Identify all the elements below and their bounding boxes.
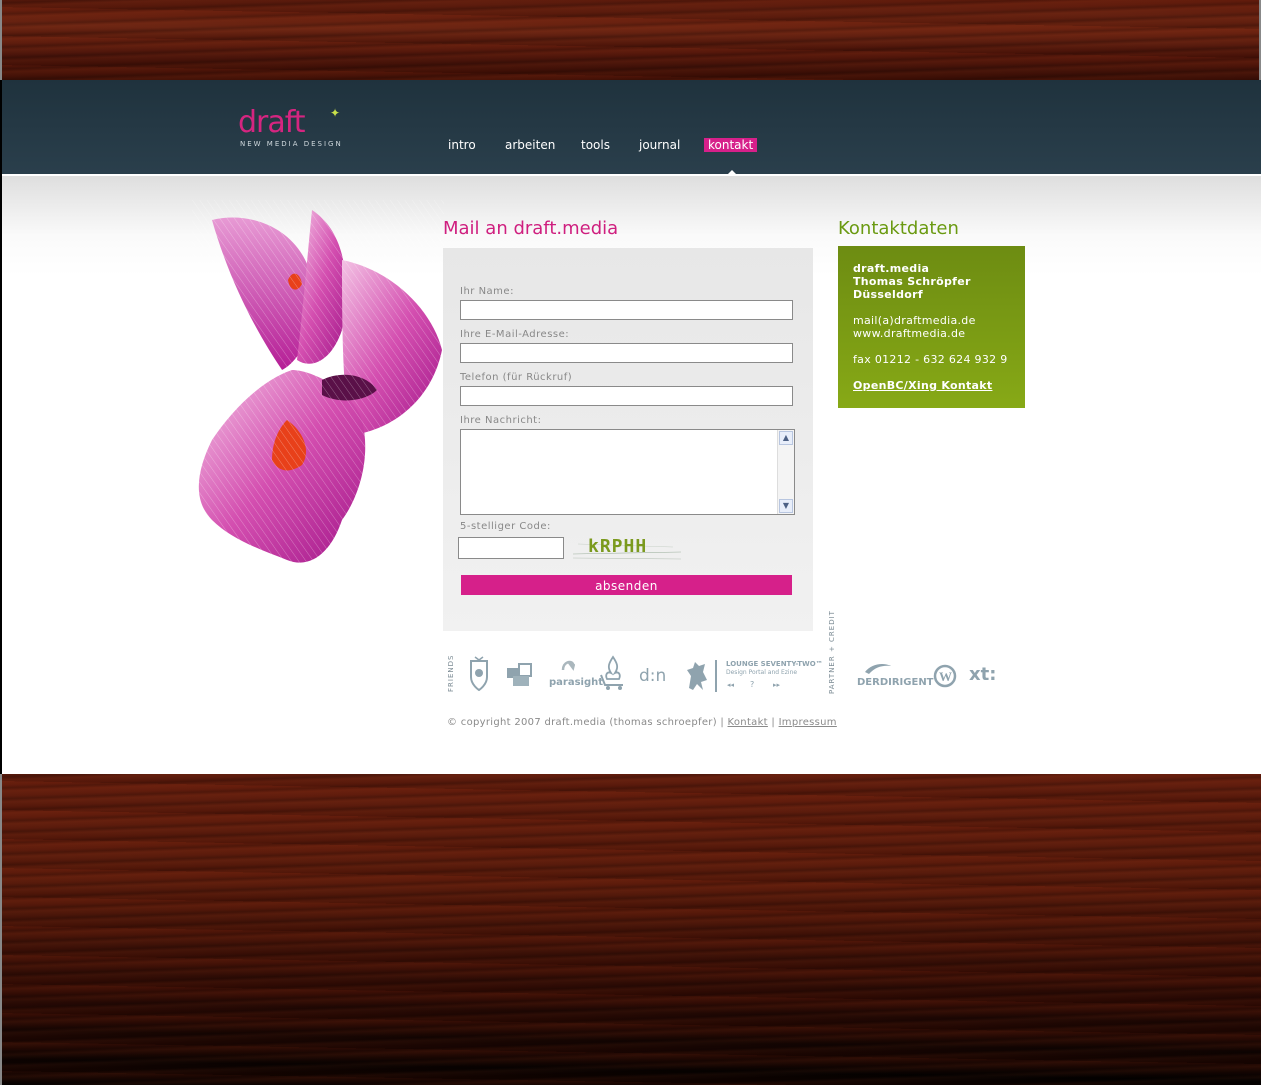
xing-contact-link[interactable]: OpenBC/Xing Kontakt <box>853 379 1010 392</box>
contact-city: Düsseldorf <box>853 288 923 301</box>
email-field[interactable] <box>460 343 793 363</box>
draft-logo[interactable]: draft ✦ new media design <box>238 105 348 154</box>
captcha-image: kRPHH <box>573 536 681 560</box>
partner-credit-label: partner + credit <box>828 610 836 694</box>
lounge-prev-icon[interactable]: ◂◂ <box>727 681 734 689</box>
boxes-logo-icon[interactable] <box>505 660 535 688</box>
wood-top-banner <box>0 0 1261 80</box>
iris-flower-image <box>192 200 444 575</box>
kontakt-section-title: Kontaktdaten <box>838 218 959 239</box>
contact-person: Thomas Schröpfer <box>853 275 971 288</box>
captcha-code-field[interactable] <box>458 537 564 559</box>
parasight-arrow-icon <box>561 660 575 671</box>
wordpress-icon[interactable]: W <box>933 664 957 688</box>
wood-bottom-banner <box>0 774 1261 1085</box>
lounge-next-icon[interactable]: ▸▸ <box>773 681 780 689</box>
message-textarea[interactable]: ▲ ▼ <box>460 429 795 515</box>
lounge-divider <box>715 660 717 692</box>
contact-web: www.draftmedia.de <box>853 327 966 340</box>
trolley-flame-logo-icon[interactable] <box>599 655 627 691</box>
logo-word: draft <box>238 105 306 140</box>
contact-form: Ihr Name: Ihre E-Mail-Adresse: Telefon (… <box>443 248 813 631</box>
lounge-help-icon[interactable]: ? <box>750 680 754 689</box>
contact-fax: fax 01212 - 632 624 932 9 <box>853 353 1008 366</box>
email-label: Ihre E-Mail-Adresse: <box>460 329 570 340</box>
code-label: 5-stelliger Code: <box>460 521 551 532</box>
scroll-up-icon[interactable]: ▲ <box>779 431 793 445</box>
derdirigent-swoosh-icon <box>865 664 891 674</box>
captcha-text: kRPHH <box>588 536 647 557</box>
message-scrollbar[interactable]: ▲ ▼ <box>777 430 794 514</box>
phone-label: Telefon (für Rückruf) <box>460 372 573 383</box>
parasight-logo[interactable]: parasight <box>549 677 603 688</box>
contact-details-box: draft.media Thomas Schröpfer Düsseldorf … <box>838 246 1025 408</box>
lounge-lion-logo-icon[interactable] <box>683 658 711 692</box>
crest-logo-icon[interactable] <box>467 655 491 693</box>
dn-logo[interactable]: d:n <box>639 666 666 686</box>
copyright-text: © copyright 2007 draft.media (thomas sch… <box>447 717 725 728</box>
contact-company: draft.media <box>853 262 930 275</box>
name-field[interactable] <box>460 300 793 320</box>
name-label: Ihr Name: <box>460 286 514 297</box>
site-header: draft ✦ new media design intro arbeiten … <box>2 80 1261 176</box>
footer-kontakt-link[interactable]: Kontakt <box>728 717 768 728</box>
lounge-subtitle: Design Portal and Ezine <box>726 669 798 676</box>
active-nav-pointer <box>728 170 736 174</box>
logo-star-icon: ✦ <box>330 106 341 120</box>
logo-tagline: new media design <box>240 140 343 148</box>
page-footer: © copyright 2007 draft.media (thomas sch… <box>447 717 837 728</box>
mail-section-title: Mail an draft.media <box>443 218 619 239</box>
scroll-down-icon[interactable]: ▼ <box>779 499 793 513</box>
submit-button[interactable]: absenden <box>461 575 792 595</box>
friends-partners-strip: friends parasight d:n LOUNGE SEVENTY-TWO… <box>443 610 1013 698</box>
phone-field[interactable] <box>460 386 793 406</box>
xt-logo[interactable]: xt: <box>969 664 996 685</box>
derdirigent-logo[interactable]: DERDIRIGENT <box>857 677 934 688</box>
message-label: Ihre Nachricht: <box>460 415 542 426</box>
svg-text:W: W <box>939 669 952 684</box>
nav-item-journal[interactable]: journal <box>635 138 684 152</box>
friends-label: friends <box>447 654 455 692</box>
nav-item-tools[interactable]: tools <box>577 138 614 152</box>
lounge-title[interactable]: LOUNGE SEVENTY-TWO™ <box>726 660 823 668</box>
nav-item-arbeiten[interactable]: arbeiten <box>501 138 559 152</box>
footer-impressum-link[interactable]: Impressum <box>779 717 837 728</box>
contact-email: mail(a)draftmedia.de <box>853 314 976 327</box>
footer-separator: | <box>771 717 776 728</box>
nav-item-intro[interactable]: intro <box>444 138 480 152</box>
nav-item-kontakt[interactable]: kontakt <box>704 138 758 152</box>
